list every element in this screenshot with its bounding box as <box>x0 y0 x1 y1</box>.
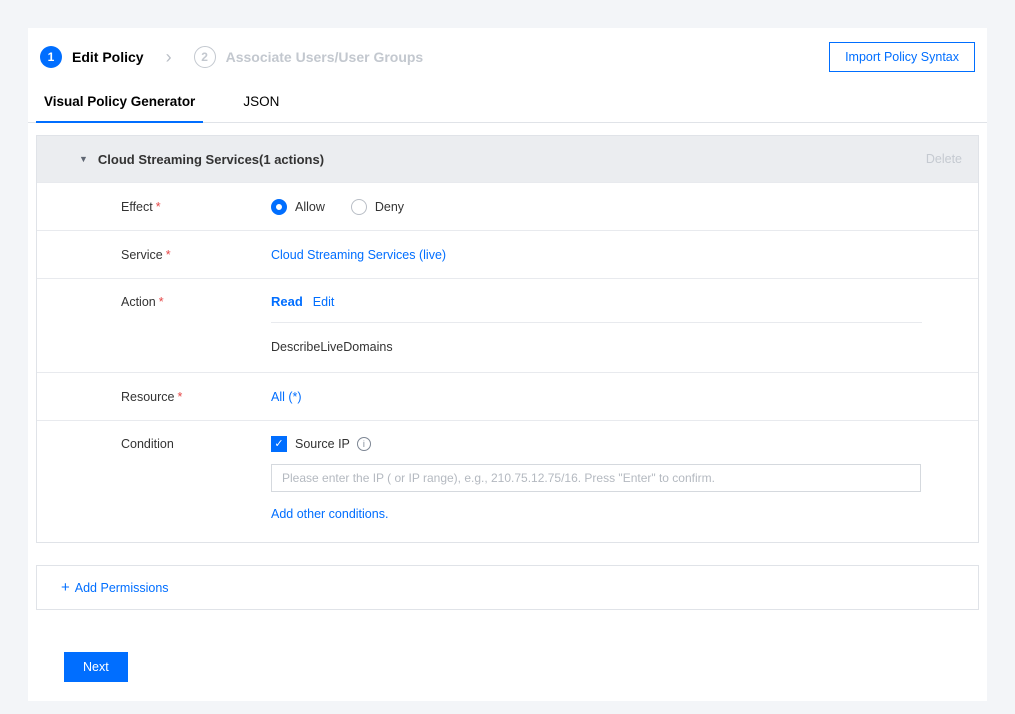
action-detail-text: DescribeLiveDomains <box>271 340 922 354</box>
source-ip-label: Source IP <box>295 437 350 451</box>
policy-panel-header: ▼ Cloud Streaming Services(1 actions) De… <box>37 136 978 182</box>
chevron-right-icon: › <box>166 48 172 66</box>
required-mark: * <box>178 390 183 404</box>
service-row: Service* Cloud Streaming Services (live) <box>37 230 978 278</box>
radio-unchecked-icon <box>351 199 367 215</box>
next-button[interactable]: Next <box>64 652 128 682</box>
service-content: Cloud Streaming Services (live) <box>271 231 978 279</box>
info-icon[interactable]: i <box>357 437 371 451</box>
required-mark: * <box>159 295 164 309</box>
resource-label: Resource* <box>37 373 271 421</box>
radio-checked-icon <box>271 199 287 215</box>
step-indicator: 1 Edit Policy › 2 Associate Users/User G… <box>40 46 423 68</box>
effect-label: Effect* <box>37 183 271 231</box>
resource-content: All (*) <box>271 373 978 421</box>
source-ip-checkbox[interactable] <box>271 436 287 452</box>
condition-row: Condition Source IP i Add other conditio… <box>37 420 978 542</box>
step-associate-users[interactable]: 2 Associate Users/User Groups <box>194 46 424 68</box>
required-mark: * <box>156 200 161 214</box>
tab-visual-policy-generator[interactable]: Visual Policy Generator <box>36 86 203 123</box>
effect-row: Effect* Allow Deny <box>37 182 978 230</box>
condition-label: Condition <box>37 436 271 521</box>
collapse-icon[interactable]: ▼ <box>79 154 88 164</box>
source-ip-option: Source IP i <box>271 436 922 452</box>
step-2-label: Associate Users/User Groups <box>226 49 424 65</box>
header-row: 1 Edit Policy › 2 Associate Users/User G… <box>28 28 987 72</box>
action-label: Action* <box>37 294 271 354</box>
effect-radio-deny[interactable]: Deny <box>351 183 404 231</box>
effect-content: Allow Deny <box>271 183 978 231</box>
radio-allow-label: Allow <box>295 183 325 231</box>
resource-row: Resource* All (*) <box>37 372 978 420</box>
step-2-number: 2 <box>194 46 216 68</box>
service-label: Service* <box>37 231 271 279</box>
delete-policy-button[interactable]: Delete <box>926 152 962 166</box>
policy-panel: ▼ Cloud Streaming Services(1 actions) De… <box>36 135 979 543</box>
tab-bar: Visual Policy Generator JSON <box>28 86 987 123</box>
add-other-conditions-link[interactable]: Add other conditions. <box>271 507 388 521</box>
action-row: Action* Read Edit DescribeLiveDomains <box>37 278 978 372</box>
action-summary: Read Edit <box>271 294 922 309</box>
step-1-number: 1 <box>40 46 62 68</box>
add-permissions-label: Add Permissions <box>75 581 169 595</box>
action-read-link[interactable]: Read <box>271 294 303 309</box>
resource-all-link[interactable]: All (*) <box>271 390 302 404</box>
action-content: Read Edit DescribeLiveDomains <box>271 294 978 354</box>
step-1-label: Edit Policy <box>72 49 144 65</box>
required-mark: * <box>166 248 171 262</box>
service-link[interactable]: Cloud Streaming Services (live) <box>271 248 446 262</box>
source-ip-input[interactable] <box>271 464 921 492</box>
page: 1 Edit Policy › 2 Associate Users/User G… <box>0 0 1015 714</box>
import-policy-syntax-button[interactable]: Import Policy Syntax <box>829 42 975 72</box>
radio-deny-label: Deny <box>375 183 404 231</box>
effect-radio-allow[interactable]: Allow <box>271 183 325 231</box>
action-edit-link[interactable]: Edit <box>313 295 335 309</box>
policy-panel-title: Cloud Streaming Services(1 actions) <box>98 152 324 167</box>
tab-json[interactable]: JSON <box>235 86 287 122</box>
condition-content: Source IP i Add other conditions. <box>271 436 978 521</box>
plus-icon: + <box>61 579 70 596</box>
add-permissions-button[interactable]: + Add Permissions <box>36 565 979 610</box>
effect-radio-group: Allow Deny <box>271 183 922 231</box>
action-divider <box>271 322 922 323</box>
step-edit-policy[interactable]: 1 Edit Policy <box>40 46 144 68</box>
policy-editor-card: 1 Edit Policy › 2 Associate Users/User G… <box>28 28 987 701</box>
